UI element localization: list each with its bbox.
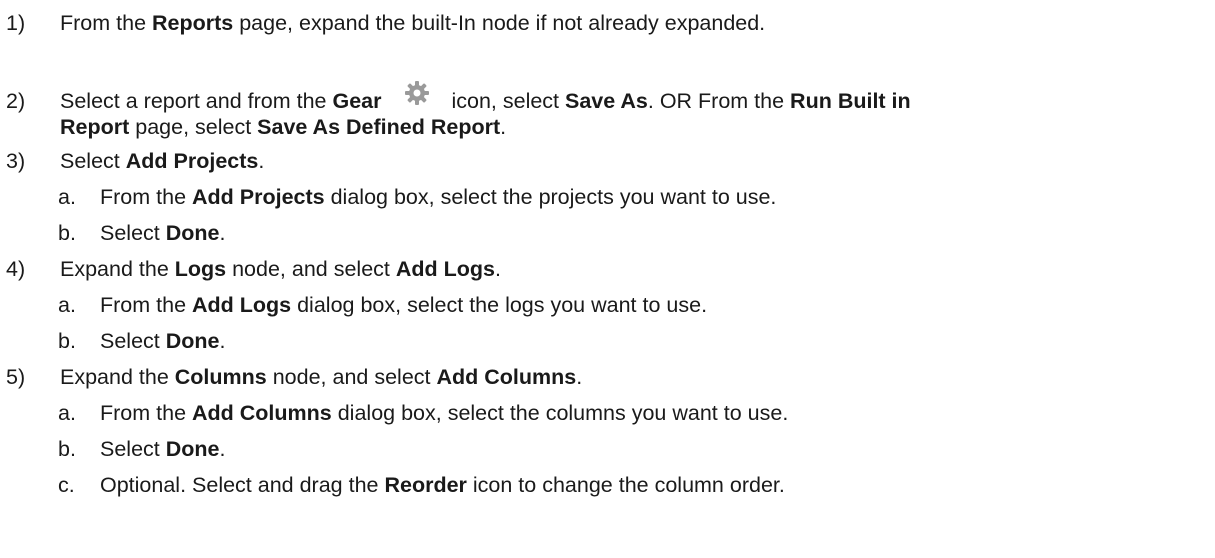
instructions-document: 1) From the Reports page, expand the bui… [0,0,1215,558]
substep-letter: b. [58,329,76,353]
substep-text: Optional. Select and drag the Reorder ic… [100,473,785,497]
substep-text: From the Add Projects dialog box, select… [100,185,777,209]
substep-text: Select Done. [100,437,226,461]
step-number: 2) [6,89,26,113]
step-text: From the Reports page, expand the built-… [60,11,766,35]
substep-text: From the Add Columns dialog box, select … [100,401,789,425]
substep-letter: c. [58,473,75,497]
step-number: 4) [6,257,26,281]
step-text: Select a report and from the Gear icon, … [60,81,911,116]
substep-text: Select Done. [100,329,226,353]
step-number: 3) [6,149,26,173]
substep-letter: a. [58,401,76,425]
substep-letter: b. [58,221,76,245]
step-text: Expand the Columns node, and select Add … [60,365,583,389]
substep-letter: a. [58,293,76,317]
gear-icon [404,80,430,106]
step-text: Select Add Projects. [60,149,265,173]
step-number: 1) [6,11,26,35]
step-text: Report page, select Save As Defined Repo… [60,115,507,139]
substep-letter: a. [58,185,76,209]
substep-text: Select Done. [100,221,226,245]
substep-text: From the Add Logs dialog box, select the… [100,293,708,317]
step-text: Expand the Logs node, and select Add Log… [60,257,501,281]
step-number: 5) [6,365,26,389]
substep-letter: b. [58,437,76,461]
